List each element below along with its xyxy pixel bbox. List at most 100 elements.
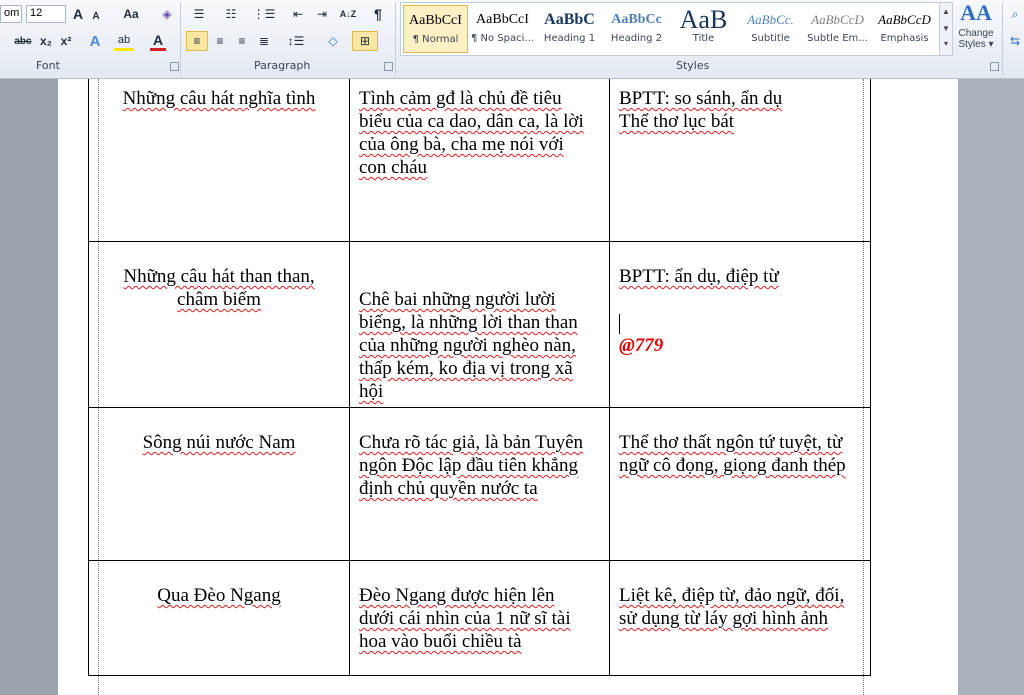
table-border-col1 — [349, 79, 350, 676]
cell-line: thấp kém, ko địa vị trong xã — [359, 358, 573, 379]
align-right-icon[interactable]: ≡ — [231, 31, 253, 51]
style-name: Heading 2 — [610, 33, 663, 44]
cell-line: ngữ cô đọng, giọng đanh thép — [619, 455, 846, 476]
tag-mark: @779 — [619, 335, 664, 356]
cell-line: ngôn Độc lập đầu tiên khẳng — [359, 455, 578, 476]
table-cell-art[interactable]: Thể thơ thất ngôn tứ tuyệt, từ ngữ cô đọ… — [619, 431, 869, 477]
cell-line — [619, 311, 869, 334]
cell-line: hoa vào buổi chiều tà — [359, 631, 522, 652]
paragraph-group-label: Paragraph — [254, 59, 311, 72]
align-center-icon[interactable]: ≡ — [209, 31, 231, 51]
style-sample: AaBbCcD — [878, 12, 931, 27]
subscript-icon[interactable]: x₂ — [38, 31, 54, 51]
table-row-border — [88, 560, 871, 561]
justify-icon[interactable]: ≣ — [253, 31, 275, 51]
group-separator — [1002, 2, 1003, 74]
bullets-icon[interactable]: ☰ — [188, 4, 210, 24]
grow-font-icon[interactable]: A — [70, 4, 86, 24]
style-heading-2[interactable]: AaBbCc Heading 2 — [604, 5, 669, 53]
font-group-label: Font — [36, 59, 60, 72]
table-cell-art[interactable]: Liệt kê, điệp từ, đảo ngữ, đối, sử dụng … — [619, 584, 869, 630]
clear-formatting-icon[interactable]: ◈ — [158, 4, 176, 24]
line-spacing-icon[interactable]: ↕☰ — [284, 31, 308, 51]
shading-icon[interactable]: ◇ — [322, 31, 344, 51]
table-border-right — [870, 79, 871, 676]
table-row-border — [88, 241, 871, 242]
font-dialog-launcher-icon[interactable] — [170, 62, 179, 71]
style-title[interactable]: AaB Title — [671, 5, 736, 53]
scroll-up-icon[interactable]: ▲ — [940, 3, 952, 20]
cell-line: Tình cảm gđ là chủ đề tiêu — [359, 88, 562, 109]
style-sample: AaBbCcI — [409, 13, 462, 28]
style-emphasis[interactable]: AaBbCcD Emphasis — [872, 5, 937, 53]
change-styles-button[interactable]: AA Change Styles ▾ — [955, 0, 997, 58]
table-border-col2 — [609, 79, 610, 676]
paragraph-dialog-launcher-icon[interactable] — [384, 62, 393, 71]
styles-dialog-launcher-icon[interactable] — [990, 62, 999, 71]
window-background — [958, 79, 1024, 695]
numbering-icon[interactable]: ☷ — [220, 4, 242, 24]
table-cell-content[interactable]: Chê bai những người lười biếng, là những… — [359, 288, 607, 403]
font-color-icon[interactable]: A — [150, 31, 166, 51]
cell-line: Đèo Ngang được hiện lên — [359, 585, 555, 606]
cell-line: Qua Đèo Ngang — [157, 585, 281, 606]
table-cell-title[interactable]: Sông núi nước Nam — [92, 431, 346, 454]
table-cell-title[interactable]: Những câu hát than than, châm biếm — [92, 265, 346, 311]
document-area: Những câu hát nghĩa tình Tình cảm gđ là … — [0, 79, 1024, 695]
gallery-scroll[interactable]: ▲ ▼ ▾ — [939, 2, 953, 56]
cell-line: hội — [359, 381, 384, 402]
change-case-icon[interactable]: Aa — [118, 4, 144, 24]
table-row-border — [88, 675, 871, 676]
text-effects-icon[interactable]: A — [86, 31, 104, 51]
table-cell-content[interactable]: Đèo Ngang được hiện lên dưới cái nhìn củ… — [359, 584, 607, 653]
multilevel-list-icon[interactable]: ⋮☰ — [252, 4, 276, 24]
replace-icon[interactable]: ⇆ — [1006, 31, 1024, 51]
style-subtitle[interactable]: AaBbCc. Subtitle — [738, 5, 803, 53]
cell-line: Chưa rõ tác giả, là bản Tuyên — [359, 432, 584, 453]
align-left-icon[interactable]: ≡ — [186, 31, 208, 51]
cell-line: con cháu — [359, 157, 428, 178]
table-cell-content[interactable]: Chưa rõ tác giả, là bản Tuyên ngôn Độc l… — [359, 431, 607, 500]
cell-line: Liệt kê, điệp từ, đảo ngữ, đối, — [619, 585, 845, 606]
find-icon[interactable]: ⌕ — [1006, 4, 1024, 24]
cell-line — [619, 288, 869, 311]
highlight-icon[interactable]: ab — [114, 31, 134, 51]
decrease-indent-icon[interactable]: ⇤ — [288, 4, 308, 24]
more-icon[interactable]: ▾ — [940, 37, 952, 51]
cell-line: Những câu hát than than, — [123, 266, 315, 287]
style-normal[interactable]: AaBbCcI ¶ Normal — [403, 5, 468, 53]
font-name-combo[interactable]: om — [0, 5, 22, 23]
scroll-down-icon[interactable]: ▼ — [940, 20, 952, 37]
style-sample: AaBbCcD — [811, 12, 864, 27]
strikethrough-icon[interactable]: abc — [12, 31, 34, 51]
superscript-icon[interactable]: x² — [58, 31, 74, 51]
style-sample: AaBbC — [544, 11, 595, 28]
sort-icon[interactable]: A↓Z — [338, 4, 358, 24]
cell-line: Chê bai những người lười — [359, 289, 556, 310]
style-name: ¶ Normal — [412, 34, 459, 45]
table-cell-art[interactable]: BPTT: ẩn dụ, điệp từ @779 — [619, 265, 869, 357]
style-subtle-emphasis[interactable]: AaBbCcD Subtle Em... — [805, 5, 870, 53]
table-cell-title[interactable]: Những câu hát nghĩa tình — [92, 87, 346, 110]
group-separator — [180, 2, 181, 74]
cell-line: của những người nghèo nàn, — [359, 335, 576, 356]
ribbon: om 12 A A Aa ◈ abc x₂ x² A ab A Font ☰ ☷… — [0, 0, 1024, 79]
increase-indent-icon[interactable]: ⇥ — [312, 4, 332, 24]
table-cell-content[interactable]: Tình cảm gđ là chủ đề tiêu biểu của ca d… — [359, 87, 607, 179]
cell-line: @779 — [619, 334, 869, 357]
styles-group-label: Styles — [676, 59, 710, 72]
change-styles-label: Change — [958, 28, 994, 39]
style-name: ¶ No Spaci... — [471, 33, 534, 44]
style-heading-1[interactable]: AaBbC Heading 1 — [537, 5, 602, 53]
font-size-combo[interactable]: 12 — [26, 5, 66, 23]
shrink-font-icon[interactable]: A — [89, 6, 103, 26]
style-no-spacing[interactable]: AaBbCcI ¶ No Spaci... — [470, 5, 535, 53]
table-cell-art[interactable]: BPTT: so sánh, ẩn dụ Thể thơ lục bát — [619, 87, 869, 133]
style-name: Heading 1 — [543, 33, 596, 44]
cell-line: Những câu hát nghĩa tình — [122, 88, 316, 109]
borders-icon[interactable]: ⊞ — [352, 31, 378, 51]
style-sample: AaB — [679, 5, 728, 33]
pilcrow-icon[interactable]: ¶ — [370, 4, 386, 24]
table-cell-title[interactable]: Qua Đèo Ngang — [92, 584, 346, 607]
cell-line: Thể thơ lục bát — [619, 111, 735, 132]
